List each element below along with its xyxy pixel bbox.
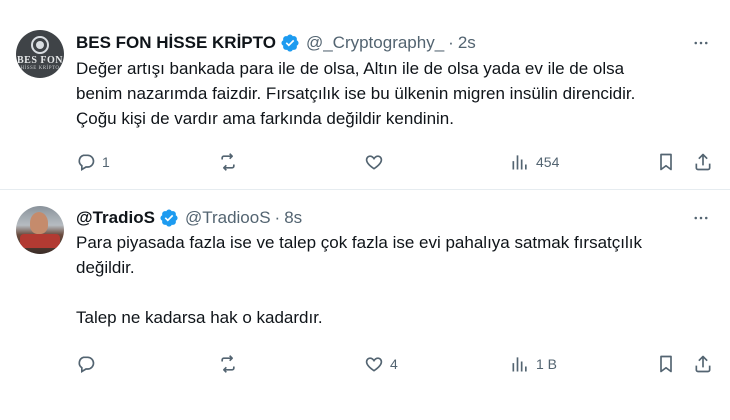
- bookmark-button[interactable]: [656, 352, 676, 376]
- like-icon: [365, 357, 383, 372]
- tweet-paragraph: Para piyasada fazla ise ve talep çok faz…: [76, 233, 642, 277]
- separator-dot: ·: [274, 208, 281, 227]
- avatar-logo-subtext: HİSSE KRİPTO: [20, 66, 60, 71]
- display-name[interactable]: BES FON HİSSE KRİPTO: [76, 33, 276, 53]
- bookmark-icon: [660, 153, 672, 171]
- handle[interactable]: @_Cryptography_: [306, 33, 444, 53]
- retweet-button[interactable]: [218, 150, 244, 174]
- reply-icon: [78, 356, 95, 373]
- views-button[interactable]: 454: [510, 150, 559, 174]
- handle[interactable]: @TradiooS: [185, 208, 271, 228]
- like-icon: [365, 155, 383, 170]
- action-bar: 4 1 B: [76, 352, 716, 376]
- share-button[interactable]: [693, 150, 713, 174]
- like-button[interactable]: 4: [364, 352, 398, 376]
- tweet-paragraph: Değer artışı bankada para ile de olsa, A…: [76, 59, 636, 128]
- views-count: 454: [536, 154, 560, 170]
- avatar-person: [30, 212, 48, 234]
- share-button[interactable]: [693, 352, 713, 376]
- reply-button[interactable]: 1: [76, 150, 110, 174]
- verified-badge-icon: [160, 209, 178, 227]
- avatar-car: [20, 234, 60, 248]
- timestamp[interactable]: 8s: [284, 208, 302, 228]
- views-icon: [512, 357, 527, 372]
- tweet-header: BES FON HİSSE KRİPTO @_Cryptography_ · 2…: [76, 32, 476, 54]
- more-icon[interactable]: [690, 207, 712, 229]
- timestamp[interactable]: 2s: [458, 33, 476, 53]
- reply-icon: [78, 154, 95, 171]
- tweet-text: Değer artışı bankada para ile de olsa, A…: [76, 56, 716, 131]
- tweet[interactable]: BES FON HİSSE KRİPTO BES FON HİSSE KRİPT…: [0, 0, 730, 190]
- views-button[interactable]: 1 B: [510, 352, 557, 376]
- more-icon[interactable]: [690, 32, 712, 54]
- tweet[interactable]: @TradioS @TradiooS · 8s Para piyasada fa…: [0, 191, 730, 420]
- bookmark-button[interactable]: [656, 150, 676, 174]
- tweet-header: @TradioS @TradiooS · 8s: [76, 207, 302, 229]
- avatar-logo-text: BES FON: [16, 55, 63, 66]
- reply-button[interactable]: [76, 352, 102, 376]
- verified-badge-icon: [281, 34, 299, 52]
- separator-dot: ·: [448, 33, 454, 52]
- like-button[interactable]: [364, 150, 390, 174]
- avatar[interactable]: BES FON HİSSE KRİPTO: [16, 30, 64, 78]
- share-icon: [695, 153, 711, 171]
- like-count: 4: [390, 356, 398, 372]
- retweet-button[interactable]: [218, 352, 244, 376]
- reply-count: 1: [102, 154, 110, 170]
- retweet-icon: [221, 355, 235, 373]
- views-count: 1 B: [536, 356, 558, 372]
- tweet-paragraph: Talep ne kadarsa hak o kadardır.: [76, 308, 323, 327]
- action-bar: 1 454: [76, 150, 716, 174]
- share-icon: [695, 355, 711, 373]
- logo-ring-icon: [31, 36, 49, 54]
- views-icon: [512, 155, 527, 170]
- avatar[interactable]: [16, 206, 64, 254]
- tweet-text: Para piyasada fazla ise ve talep çok faz…: [76, 230, 716, 330]
- bookmark-icon: [660, 355, 672, 373]
- display-name[interactable]: @TradioS: [76, 208, 155, 228]
- retweet-icon: [221, 153, 235, 171]
